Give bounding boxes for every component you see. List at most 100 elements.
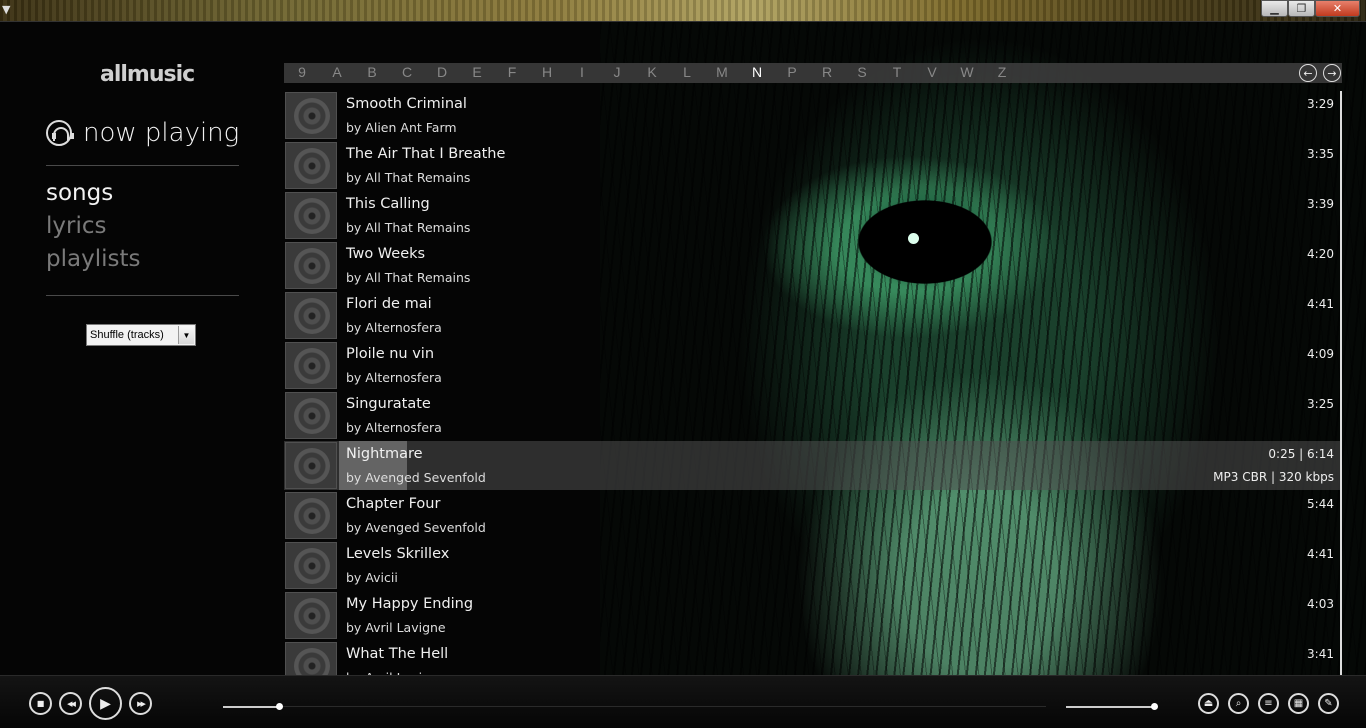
alphabet-letter[interactable]: C bbox=[397, 64, 417, 80]
alphabet-letter[interactable]: B bbox=[362, 64, 382, 80]
disc-icon bbox=[294, 648, 330, 676]
disc-icon bbox=[294, 598, 330, 634]
song-title: My Happy Ending bbox=[346, 596, 474, 612]
song-row[interactable]: Flori de mai by Alternosfera 4:41 bbox=[284, 291, 1342, 340]
alphabet-letter[interactable]: Z bbox=[992, 64, 1012, 80]
headphones-icon bbox=[46, 120, 74, 146]
alphabet-letter[interactable]: A bbox=[327, 64, 347, 80]
song-row[interactable]: Levels Skrillex by Avicii 4:41 bbox=[284, 541, 1342, 590]
settings-icon[interactable]: ✎ bbox=[1318, 693, 1339, 714]
stop-button[interactable]: ■ bbox=[29, 692, 52, 715]
alphabet-letter[interactable]: J bbox=[607, 64, 627, 80]
album-thumbnail bbox=[285, 392, 337, 439]
alphabet-letter[interactable]: S bbox=[852, 64, 872, 80]
minimize-button[interactable]: ▁ bbox=[1261, 0, 1288, 17]
album-thumbnail bbox=[285, 592, 337, 639]
alphabet-letter[interactable]: E bbox=[467, 64, 487, 80]
album-thumbnail bbox=[285, 242, 337, 289]
song-title: Smooth Criminal bbox=[346, 96, 467, 112]
equalizer-icon[interactable]: ≡ bbox=[1258, 693, 1279, 714]
shuffle-mode-select[interactable]: Shuffle (tracks) ▼ bbox=[86, 324, 196, 346]
play-button[interactable]: ▶ bbox=[89, 687, 122, 720]
song-artist: by All That Remains bbox=[346, 170, 471, 185]
album-thumbnail bbox=[285, 442, 337, 489]
alphabet-letter[interactable]: L bbox=[677, 64, 697, 80]
song-row[interactable]: Chapter Four by Avenged Sevenfold 5:44 bbox=[284, 491, 1342, 540]
previous-button[interactable]: ◀◀ bbox=[59, 692, 82, 715]
alphabet-letter[interactable]: R bbox=[817, 64, 837, 80]
song-duration: 3:39 bbox=[1307, 197, 1334, 211]
song-title: Chapter Four bbox=[346, 496, 441, 512]
arrow-left-icon[interactable]: ← bbox=[1299, 64, 1317, 82]
song-duration: 3:29 bbox=[1307, 97, 1334, 111]
alphabet-letter[interactable]: I bbox=[572, 64, 592, 80]
eject-icon[interactable]: ⏏ bbox=[1198, 693, 1219, 714]
song-duration: 3:25 bbox=[1307, 397, 1334, 411]
disc-icon bbox=[294, 398, 330, 434]
volume-handle[interactable] bbox=[1151, 703, 1159, 710]
alphabet-letter[interactable]: V bbox=[922, 64, 942, 80]
song-title: Nightmare bbox=[346, 446, 423, 462]
song-duration: 4:09 bbox=[1307, 347, 1334, 361]
now-playing-label: now playing bbox=[83, 118, 240, 148]
search-icon[interactable]: ⌕ bbox=[1228, 693, 1249, 714]
disc-icon bbox=[294, 248, 330, 284]
song-duration: 0:25 | 6:14 bbox=[1268, 447, 1334, 461]
volume-slider[interactable] bbox=[1066, 706, 1155, 708]
alphabet-letter[interactable]: 9 bbox=[292, 64, 312, 80]
alphabet-letter[interactable]: D bbox=[432, 64, 452, 80]
sidebar-divider bbox=[46, 165, 239, 166]
seek-bar-track[interactable] bbox=[276, 706, 1046, 707]
album-thumbnail bbox=[285, 342, 337, 389]
disc-icon bbox=[294, 548, 330, 584]
alphabet-letter[interactable]: P bbox=[782, 64, 802, 80]
alphabet-letter[interactable]: M bbox=[712, 64, 732, 80]
alphabet-letter[interactable]: F bbox=[502, 64, 522, 80]
maximize-button[interactable]: ❐ bbox=[1288, 0, 1315, 17]
song-artist: by Alternosfera bbox=[346, 420, 442, 435]
album-thumbnail bbox=[285, 492, 337, 539]
alphabet-jump-bar: 9ABCDEFHIJKLMNPRSTVWZ bbox=[284, 63, 1342, 83]
close-button[interactable]: ✕ bbox=[1315, 0, 1360, 17]
visualizer-icon[interactable]: ▦ bbox=[1288, 693, 1309, 714]
list-scrollbar[interactable] bbox=[1340, 91, 1342, 676]
song-artist: by Alien Ant Farm bbox=[346, 120, 457, 135]
song-duration: 4:20 bbox=[1307, 247, 1334, 261]
app-menu-icon[interactable]: ▼ bbox=[2, 3, 10, 16]
song-title: Two Weeks bbox=[346, 246, 426, 262]
song-artist: by Alternosfera bbox=[346, 320, 442, 335]
transport-bar: ■ ◀◀ ▶ ▶▶ ⏏ ⌕ ≡ ▦ ✎ bbox=[0, 675, 1366, 728]
alphabet-letter[interactable]: K bbox=[642, 64, 662, 80]
song-title: What The Hell bbox=[346, 646, 449, 662]
chevron-down-icon[interactable]: ▼ bbox=[178, 326, 194, 344]
seek-bar-handle[interactable] bbox=[275, 703, 283, 710]
song-row[interactable]: Singuratate by Alternosfera 3:25 bbox=[284, 391, 1342, 440]
seek-bar-progress[interactable] bbox=[223, 706, 279, 708]
song-duration: 4:41 bbox=[1307, 297, 1334, 311]
alphabet-letter[interactable]: N bbox=[747, 64, 767, 80]
alphabet-letter[interactable]: H bbox=[537, 64, 557, 80]
album-thumbnail bbox=[285, 542, 337, 589]
disc-icon bbox=[294, 98, 330, 134]
now-playing-link[interactable]: now playing bbox=[46, 118, 239, 148]
song-artist: by Avenged Sevenfold bbox=[346, 520, 486, 535]
song-row[interactable]: Smooth Criminal by Alien Ant Farm 3:29 bbox=[284, 91, 1342, 140]
nav-item-songs[interactable]: songs bbox=[46, 180, 113, 206]
song-row[interactable]: Two Weeks by All That Remains 4:20 bbox=[284, 241, 1342, 290]
alphabet-letter[interactable]: W bbox=[957, 64, 977, 80]
alphabet-letter[interactable]: T bbox=[887, 64, 907, 80]
nav-item-lyrics[interactable]: lyrics bbox=[46, 213, 106, 239]
song-title: This Calling bbox=[346, 196, 430, 212]
window-controls: ▁ ❐ ✕ bbox=[1261, 0, 1360, 17]
song-row[interactable]: My Happy Ending by Avril Lavigne 4:03 bbox=[284, 591, 1342, 640]
arrow-right-icon[interactable]: → bbox=[1323, 64, 1341, 82]
song-row-playing[interactable]: Nightmare by Avenged Sevenfold 0:25 | 6:14… bbox=[284, 441, 1342, 490]
song-row[interactable]: This Calling by All That Remains 3:39 bbox=[284, 191, 1342, 240]
song-row[interactable]: The Air That I Breathe by All That Remain… bbox=[284, 141, 1342, 190]
song-row[interactable]: What The Hellby Avril Lavigne3:41 bbox=[284, 641, 1342, 676]
song-row[interactable]: Ploile nu vin by Alternosfera 4:09 bbox=[284, 341, 1342, 390]
sidebar-divider bbox=[46, 295, 239, 296]
nav-item-playlists[interactable]: playlists bbox=[46, 246, 140, 272]
next-button[interactable]: ▶▶ bbox=[129, 692, 152, 715]
album-thumbnail bbox=[285, 142, 337, 189]
